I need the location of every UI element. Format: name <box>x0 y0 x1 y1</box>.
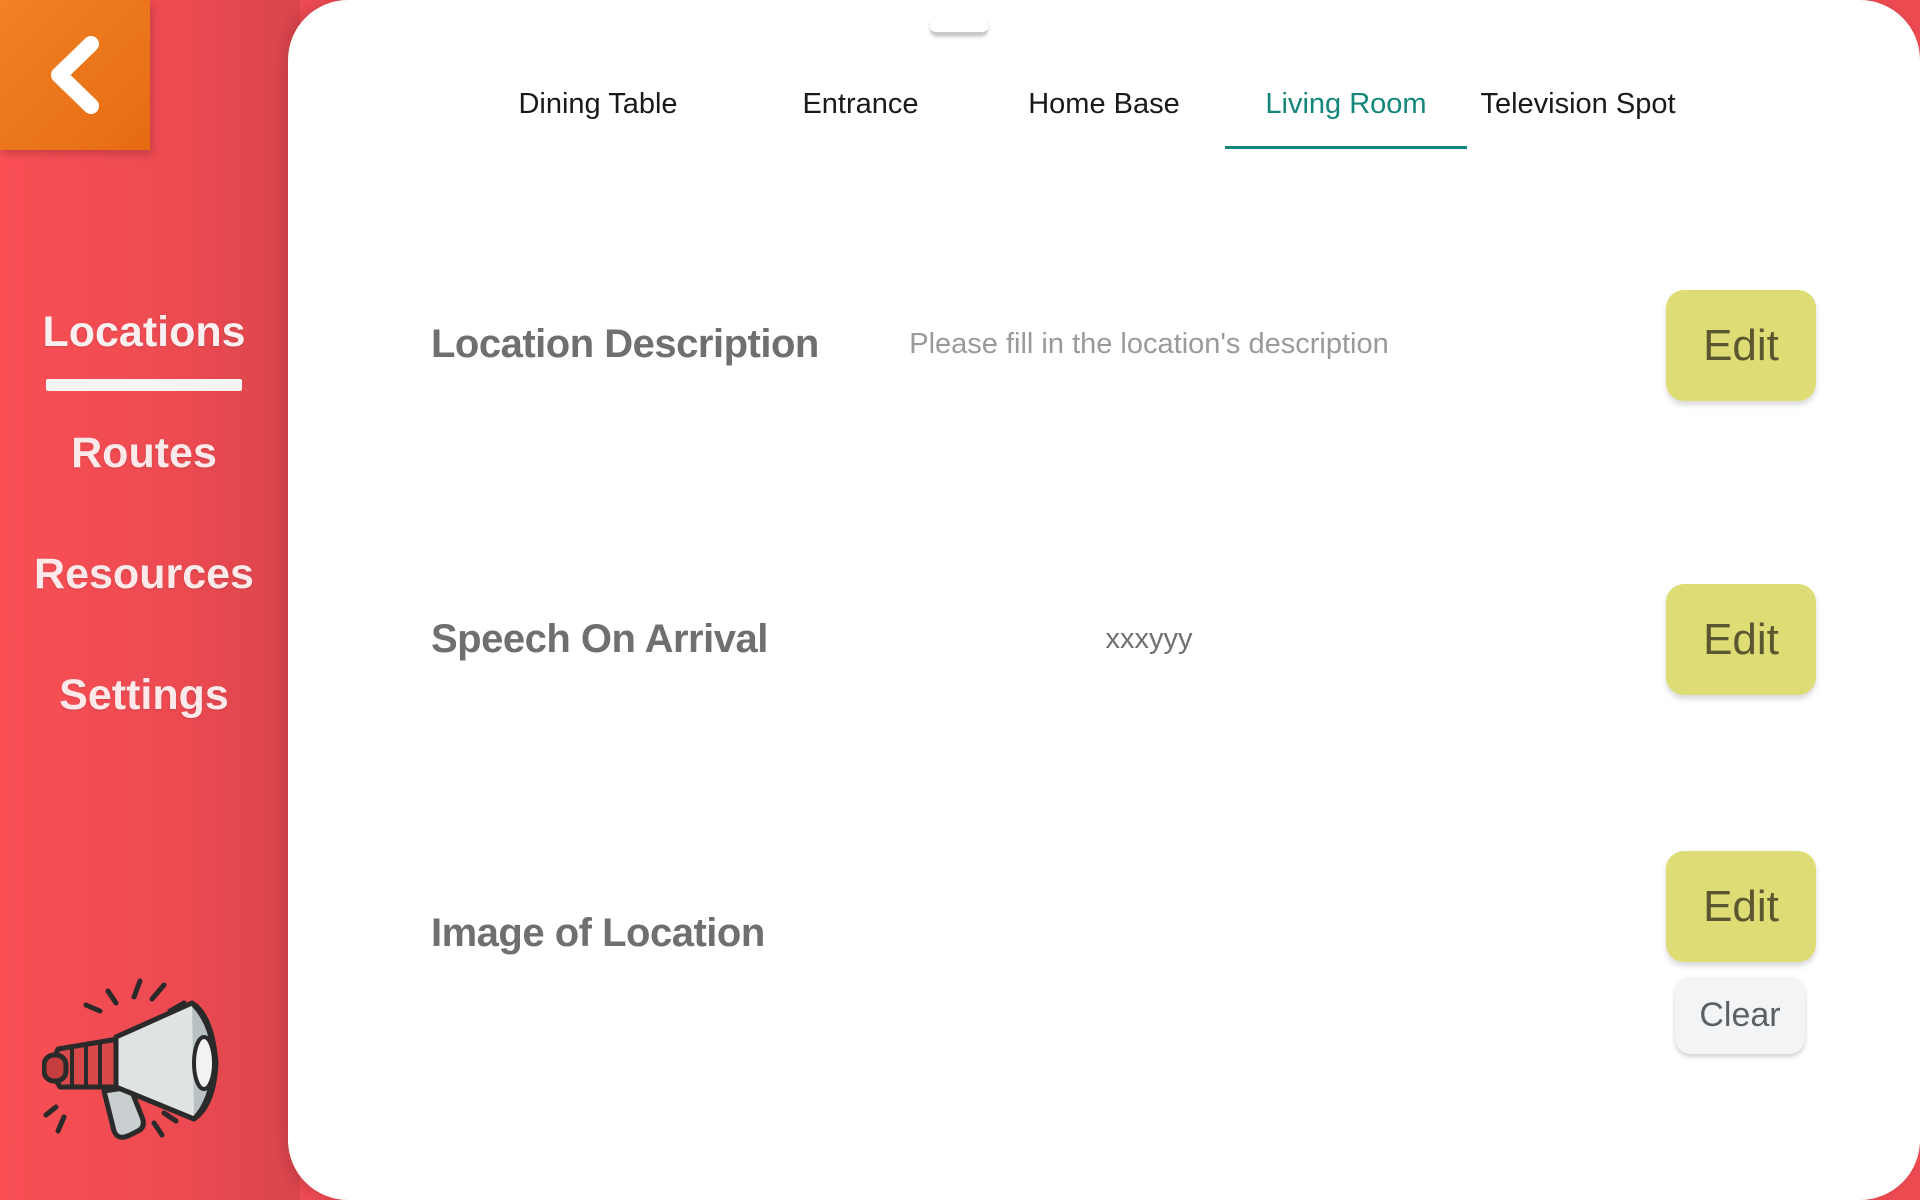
edit-speech-button[interactable]: Edit <box>1666 584 1816 695</box>
tab-dining-table[interactable]: Dining Table <box>508 88 688 146</box>
sidebar: Locations Routes Resources Settings <box>0 0 300 1200</box>
tab-entrance[interactable]: Entrance <box>788 88 933 146</box>
clear-image-button[interactable]: Clear <box>1675 977 1805 1054</box>
megaphone-icon[interactable] <box>42 975 222 1145</box>
speech-on-arrival-value: xxxyyy <box>1105 623 1193 655</box>
active-nav-indicator <box>46 379 242 391</box>
location-description-label: Location Description <box>431 322 819 366</box>
main-panel: Dining Table Entrance Home Base Living R… <box>288 0 1920 1200</box>
tab-television-spot[interactable]: Television Spot <box>1468 88 1688 146</box>
tab-home-base[interactable]: Home Base <box>1014 88 1194 146</box>
sidebar-item-locations[interactable]: Locations <box>0 308 288 357</box>
sidebar-item-resources[interactable]: Resources <box>0 550 288 599</box>
speech-on-arrival-label: Speech On Arrival <box>431 617 768 661</box>
edit-description-button[interactable]: Edit <box>1666 290 1816 401</box>
edit-image-button[interactable]: Edit <box>1666 851 1816 962</box>
image-of-location-label: Image of Location <box>431 911 765 955</box>
sidebar-item-settings[interactable]: Settings <box>0 671 288 720</box>
chevron-left-icon <box>51 36 99 114</box>
sidebar-item-routes[interactable]: Routes <box>0 429 288 478</box>
tab-living-room[interactable]: Living Room <box>1225 88 1467 149</box>
location-description-value: Please fill in the location's descriptio… <box>909 328 1389 360</box>
back-button[interactable] <box>0 0 150 150</box>
drag-handle[interactable] <box>930 18 988 35</box>
